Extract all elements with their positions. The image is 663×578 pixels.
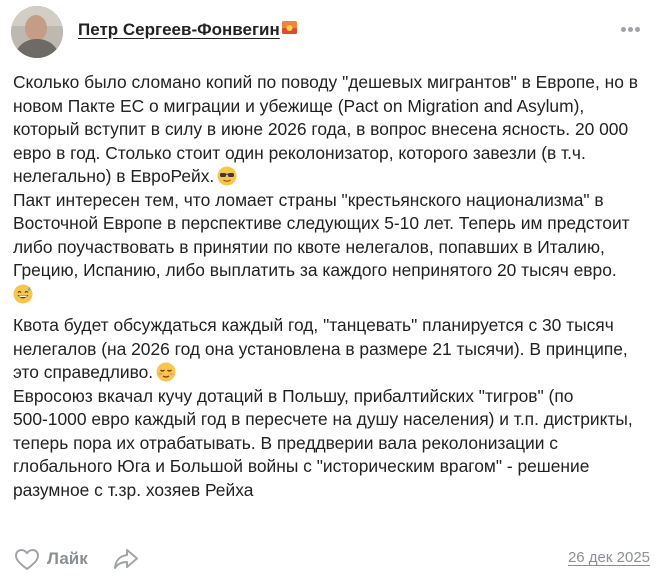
post-header: Петр Сергеев-Фонвегин: [0, 0, 663, 66]
post-line: 500-1000 евро каждый год в пересчете на …: [13, 409, 633, 429]
share-arrow-icon[interactable]: [113, 548, 139, 570]
post-line: Восточной Европе в перспективе следующих…: [13, 213, 630, 233]
post-line: Пакт интересен тем, что ломает страны "к…: [13, 189, 604, 210]
post-line: который вступит в силу в июне 2026 года,…: [13, 119, 629, 139]
sunglasses-emoji: [217, 166, 237, 186]
post-line: либо поучаствовать в принятии по квоте н…: [13, 236, 605, 257]
post-footer: Лайк 26 дек 2025: [0, 540, 663, 578]
post-text: Сколько было сломано копий по поводу "де…: [13, 71, 659, 502]
post-line: Грецию, Испанию, либо выплатить за каждо…: [13, 260, 617, 280]
post-line: евро в год. Столько стоит один реколониз…: [13, 142, 586, 163]
avatar[interactable]: [11, 6, 63, 58]
post-line: теперь пора их отрабатывать. В преддвери…: [13, 432, 558, 453]
post-line: Квота будет обсуждаться каждый год, "тан…: [13, 315, 614, 335]
post-line: нелегально) в ЕвроРейх.: [13, 166, 215, 186]
post-line: это справедливо.: [13, 362, 154, 382]
post-date[interactable]: 26 дек 2025: [568, 549, 650, 566]
relieved-emoji: [156, 362, 176, 382]
post-line: Сколько было сломано копий по поводу "де…: [13, 72, 638, 92]
post-line-with-emoji: это справедливо.: [13, 361, 659, 385]
emoji-line: [13, 283, 659, 307]
post-line: глобального Юга и Большой войны с "истор…: [13, 456, 590, 476]
more-dots-icon[interactable]: [621, 27, 647, 37]
post-line: новом Пакте ЕС о миграции и убежище (Pac…: [13, 95, 585, 116]
post-line-with-emoji: нелегально) в ЕвроРейх.: [13, 165, 659, 189]
like-label: Лайк: [47, 549, 88, 568]
post-line: разумное с т.зр. хозяев Рейха: [13, 479, 254, 500]
post-line: Евросоюз вкачал кучу дотаций в Польшу, п…: [13, 385, 574, 406]
author-name[interactable]: Петр Сергеев-Фонвегин: [78, 20, 280, 40]
grinning-sweat-emoji: [13, 284, 33, 303]
post-line: нелегалов (на 2026 год она установлена в…: [13, 338, 628, 359]
heart-outline-icon: [15, 549, 39, 570]
sunset-flag-icon: [282, 21, 297, 34]
